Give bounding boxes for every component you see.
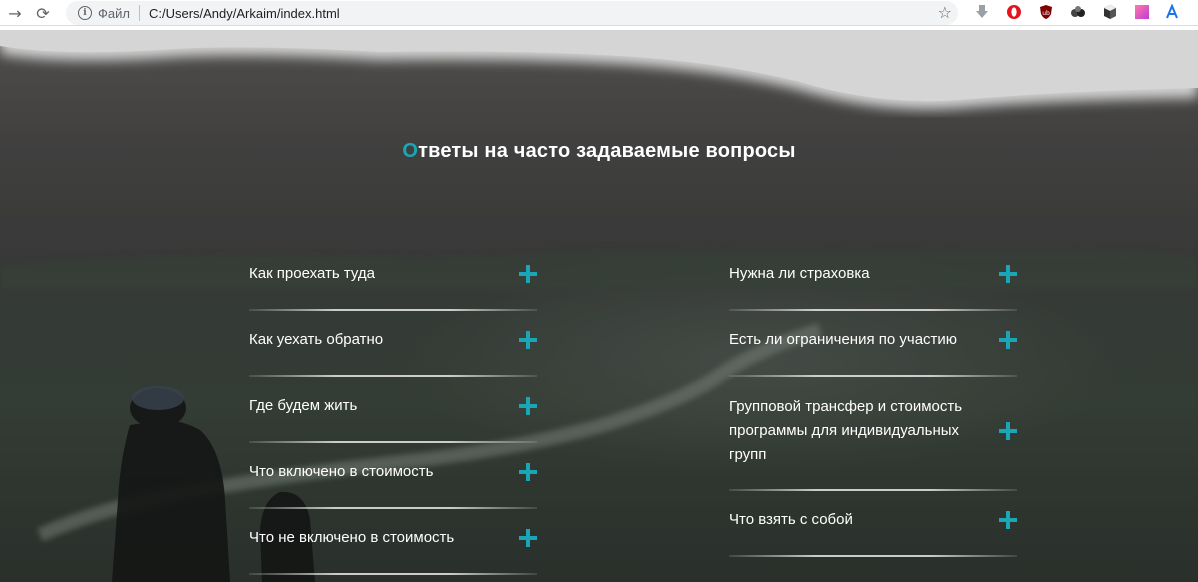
forward-button[interactable]: →: [0, 0, 30, 26]
faq-question: Что включено в стоимость: [249, 463, 434, 480]
plus-icon[interactable]: [999, 331, 1017, 349]
faq-item-group-transfer[interactable]: Групповой трансфер и стоимость программы…: [729, 395, 1017, 467]
faq-question: Где будем жить: [249, 397, 358, 414]
faq-item-included[interactable]: Что включено в стоимость: [249, 460, 537, 484]
page-title: Ответы на часто задаваемые вопросы: [0, 140, 1198, 163]
faq-divider: [729, 555, 1017, 557]
faq-divider: [729, 375, 1017, 377]
plus-icon[interactable]: [519, 397, 537, 415]
faq-item-how-to-get-there[interactable]: Как проехать туда: [249, 262, 537, 286]
info-icon[interactable]: i: [78, 6, 92, 20]
faq-question: Что не включено в стоимость: [249, 529, 455, 546]
plus-icon[interactable]: [519, 529, 537, 547]
faq-divider: [249, 375, 537, 377]
download-extension-icon[interactable]: [974, 4, 990, 20]
faq-divider: [249, 507, 537, 509]
title-accent-letter: О: [402, 140, 419, 162]
svg-text:ub: ub: [1042, 10, 1050, 17]
reload-icon: ⟳: [36, 3, 50, 23]
faq-item-how-to-return[interactable]: Как уехать обратно: [249, 328, 537, 352]
url-text[interactable]: C:/Users/Andy/Arkaim/index.html: [149, 6, 340, 21]
faq-question: Как уехать обратно: [249, 331, 384, 348]
faq-divider: [729, 489, 1017, 491]
faq-question: Как проехать туда: [249, 265, 375, 282]
ublock-extension-icon[interactable]: ub: [1038, 4, 1054, 20]
faq-divider: [249, 309, 537, 311]
address-separator: [138, 5, 140, 21]
plus-icon[interactable]: [519, 463, 537, 481]
faq-item-restrictions[interactable]: Есть ли ограничения по участию: [729, 328, 1017, 352]
address-bar[interactable]: i Файл C:/Users/Andy/Arkaim/index.html ☆: [66, 1, 958, 25]
faq-section: Ответы на часто задаваемые вопросы Как п…: [0, 30, 1198, 582]
faq-question: Есть ли ограничения по участию: [729, 331, 958, 348]
plus-icon[interactable]: [999, 422, 1017, 440]
faq-item-what-to-bring[interactable]: Что взять с собой: [729, 508, 1017, 532]
title-text: тветы на часто задаваемые вопросы: [418, 140, 796, 162]
reload-button[interactable]: ⟳: [28, 0, 58, 26]
faq-item-insurance[interactable]: Нужна ли страховка: [729, 262, 1017, 286]
faq-question: Нужна ли страховка: [729, 265, 870, 282]
plus-icon[interactable]: [519, 265, 537, 283]
arrow-right-icon: →: [8, 3, 22, 23]
gradient-extension-icon[interactable]: [1134, 4, 1150, 20]
faq-divider: [249, 441, 537, 443]
faq-divider: [249, 573, 537, 575]
scheme-label: Файл: [98, 5, 130, 21]
acrobat-extension-icon[interactable]: [1164, 4, 1180, 20]
faq-question: Групповой трансфер и стоимость программы…: [729, 398, 963, 463]
cube-extension-icon[interactable]: [1102, 4, 1118, 20]
dark-overlay: [0, 30, 1198, 582]
faq-item-accommodation[interactable]: Где будем жить: [249, 394, 537, 418]
plus-icon[interactable]: [519, 331, 537, 349]
spheres-extension-icon[interactable]: [1070, 4, 1086, 20]
plus-icon[interactable]: [999, 511, 1017, 529]
faq-question: Что взять с собой: [729, 511, 853, 528]
faq-divider: [729, 309, 1017, 311]
opera-extension-icon[interactable]: [1006, 4, 1022, 20]
star-icon[interactable]: ☆: [938, 3, 952, 22]
plus-icon[interactable]: [999, 265, 1017, 283]
browser-toolbar: → ⟳ i Файл C:/Users/Andy/Arkaim/index.ht…: [0, 0, 1198, 26]
faq-item-not-included[interactable]: Что не включено в стоимость: [249, 526, 537, 550]
